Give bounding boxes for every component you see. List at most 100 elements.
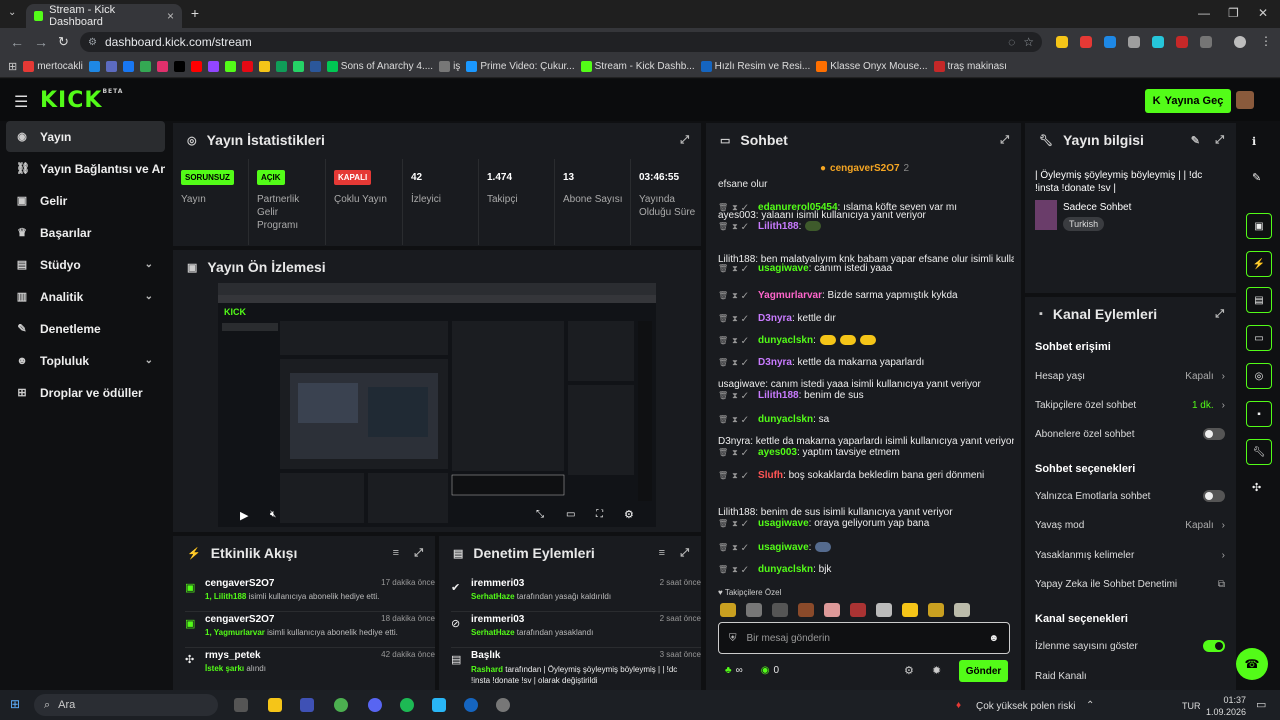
- bookmark-item[interactable]: [292, 61, 304, 72]
- sidebar-item[interactable]: ⊞ Droplar ve ödüller: [6, 377, 165, 408]
- minimize-icon[interactable]: —: [1198, 6, 1210, 20]
- file-explorer-icon[interactable]: [268, 698, 282, 712]
- bookmark-item[interactable]: iş: [439, 61, 460, 72]
- mod-tools-icon[interactable]: 🗑︎⧗✓: [718, 264, 758, 273]
- play-icon[interactable]: ▶: [240, 509, 248, 522]
- send-button[interactable]: Gönder: [959, 660, 1008, 682]
- rail-stats-icon[interactable]: ◎: [1246, 363, 1272, 389]
- chat-input[interactable]: ⛨ Bir mesaj gönderin ☻: [718, 622, 1010, 654]
- chat-username[interactable]: dunyaclskn: [758, 414, 813, 425]
- theater-icon[interactable]: ▭: [566, 509, 575, 520]
- mod-tools-icon[interactable]: 🗑︎⧗✓: [718, 519, 758, 528]
- chat-message[interactable]: 🗑︎⧗✓ Lilith188:: [718, 220, 1014, 233]
- bookmark-item[interactable]: [309, 61, 321, 72]
- app-icon[interactable]: [432, 698, 446, 712]
- chat-settings-icon[interactable]: ⚙: [904, 664, 914, 677]
- emote-icon[interactable]: [798, 603, 814, 617]
- bookmark-item[interactable]: Stream - Kick Dashb...: [580, 61, 695, 72]
- back-icon[interactable]: ←: [10, 34, 24, 50]
- bookmark-star-icon[interactable]: ☆: [1023, 35, 1034, 49]
- rail-list-icon[interactable]: ▤: [1246, 287, 1272, 313]
- chat-username[interactable]: dunyaclskn: [758, 335, 813, 346]
- bookmark-item[interactable]: [105, 61, 117, 72]
- mod-tools-icon[interactable]: 🗑︎⧗✓: [718, 336, 758, 345]
- banned-words-row[interactable]: Yasaklanmış kelimeler ›: [1035, 545, 1225, 565]
- mod-tools-icon[interactable]: 🗑︎⧗✓: [718, 471, 758, 480]
- taskbar-search[interactable]: ⌕ Ara: [34, 694, 218, 716]
- mod-tools-icon[interactable]: 🗑︎⧗✓: [718, 565, 758, 574]
- chat-mod-settings-icon[interactable]: ✹: [932, 664, 941, 677]
- bookmark-item[interactable]: [258, 61, 270, 72]
- category-name[interactable]: Sadece Sohbet: [1063, 202, 1131, 213]
- chat-username[interactable]: usagiwave: [758, 263, 809, 274]
- sidebar-item[interactable]: ♛ Başarılar: [6, 217, 165, 248]
- emote-icon[interactable]: [850, 603, 866, 617]
- sidebar-item[interactable]: ▥ Analitik ⌄: [6, 281, 165, 312]
- chat-message[interactable]: 🗑︎⧗✓ D3nyra: kettle da makarna yaparlard…: [718, 356, 1014, 369]
- extensions-puzzle-icon[interactable]: [1200, 36, 1212, 48]
- obs-icon[interactable]: [496, 698, 510, 712]
- moderation-item[interactable]: ▤ Başlık 3 saat önce Rashard tarafından | Ö…: [451, 650, 701, 690]
- spotify-icon[interactable]: [400, 698, 414, 712]
- channel-points[interactable]: ♣ ∞ ◉ 0: [725, 665, 779, 676]
- close-window-icon[interactable]: ✕: [1258, 6, 1268, 20]
- kick-logo[interactable]: KICKBETA: [40, 88, 123, 113]
- fullscreen-icon[interactable]: ⛶: [596, 509, 603, 520]
- emoji-icon[interactable]: ☻: [988, 633, 999, 644]
- emote-only-toggle[interactable]: [1203, 490, 1225, 502]
- chat-username[interactable]: Slufh: [758, 470, 783, 481]
- help-chat-button[interactable]: ☎: [1236, 648, 1268, 680]
- restore-icon[interactable]: ❐: [1228, 6, 1239, 20]
- subscribers-only-toggle[interactable]: [1203, 428, 1225, 440]
- expand-icon[interactable]: ⤢: [1215, 308, 1224, 321]
- chat-message[interactable]: 🗑︎⧗✓ usagiwave: oraya geliyorum yap bana: [718, 517, 1014, 530]
- rail-actions-icon[interactable]: ▪: [1246, 401, 1272, 427]
- extension-icon[interactable]: [1176, 36, 1188, 48]
- bookmark-item[interactable]: Sons of Anarchy 4....: [326, 61, 433, 72]
- sidebar-item[interactable]: ⛓ Yayın Bağlantısı ve Anahtar: [6, 153, 165, 184]
- reload-icon[interactable]: ↻: [58, 34, 69, 50]
- bookmark-item[interactable]: [122, 61, 134, 72]
- settings-gear-icon[interactable]: ⚙: [624, 508, 634, 521]
- mod-tools-icon[interactable]: 🗑︎⧗✓: [718, 543, 758, 552]
- close-tab-icon[interactable]: ×: [167, 9, 174, 23]
- mod-tools-icon[interactable]: 🗑︎⧗✓: [718, 291, 758, 300]
- activity-item[interactable]: ▣ cengaverS2O7 17 dakika önce 1, Lilith188 …: [185, 578, 435, 612]
- bookmark-item[interactable]: mertocakli: [23, 61, 83, 72]
- moderation-item[interactable]: ⊘ iremmeri03 2 saat önce SerhatHaze tarafın…: [451, 614, 701, 648]
- mod-tools-icon[interactable]: 🗑︎⧗✓: [718, 415, 758, 424]
- emote-icon[interactable]: [876, 603, 892, 617]
- bookmark-item[interactable]: [241, 61, 253, 72]
- chat-message[interactable]: 🗑︎⧗✓ dunyaclskn: sa: [718, 413, 1014, 426]
- edit-icon[interactable]: ✎: [1191, 134, 1200, 147]
- chat-message[interactable]: 🗑︎⧗✓ Yagmurlarvar: Bizde sarma yapmıştık…: [718, 289, 1014, 302]
- expand-icon[interactable]: ⤢: [1000, 134, 1009, 147]
- mod-tools-icon[interactable]: 🗑︎⧗✓: [718, 448, 758, 457]
- chrome-icon[interactable]: [334, 698, 348, 712]
- sidebar-item[interactable]: ▤ Stüdyo ⌄: [6, 249, 165, 280]
- extension-icon[interactable]: [1128, 36, 1140, 48]
- site-info-icon[interactable]: ⚙: [88, 37, 97, 48]
- browser-tab[interactable]: Stream - Kick Dashboard ×: [26, 4, 182, 28]
- chat-username[interactable]: usagiwave: [758, 542, 809, 553]
- sidebar-item[interactable]: ▣ Gelir: [6, 185, 165, 216]
- rail-chat-icon[interactable]: ▭: [1246, 325, 1272, 351]
- browser-menu-icon[interactable]: ⋮: [1260, 34, 1272, 48]
- chat-username[interactable]: ayes003: [758, 447, 797, 458]
- emote-only-row[interactable]: Yalnızca Emotlarla sohbet: [1035, 486, 1225, 506]
- chat-username[interactable]: usagiwave: [758, 518, 809, 529]
- notifications-icon[interactable]: ▭: [1256, 698, 1266, 711]
- expand-icon[interactable]: ⤢: [680, 547, 689, 560]
- bookmark-item[interactable]: Hızlı Resim ve Resi...: [700, 61, 810, 72]
- chat-username[interactable]: D3nyra: [758, 357, 792, 368]
- expand-icon[interactable]: ⤢: [414, 547, 423, 560]
- bookmark-item[interactable]: [190, 61, 202, 72]
- emote-icon[interactable]: [746, 603, 762, 617]
- emote-icon[interactable]: [954, 603, 970, 617]
- mod-tools-icon[interactable]: 🗑︎⧗✓: [718, 391, 758, 400]
- stream-preview-video[interactable]: KICK ▶ 🔇︎ ⤡ ▭ ⛶ ⚙: [218, 283, 656, 527]
- mod-tools-icon[interactable]: 🗑︎⧗✓: [718, 314, 758, 323]
- rail-preview-icon[interactable]: ▣: [1246, 213, 1272, 239]
- bookmark-item[interactable]: Prime Video: Çukur...: [466, 61, 575, 72]
- chat-username[interactable]: dunyaclskn: [758, 564, 813, 575]
